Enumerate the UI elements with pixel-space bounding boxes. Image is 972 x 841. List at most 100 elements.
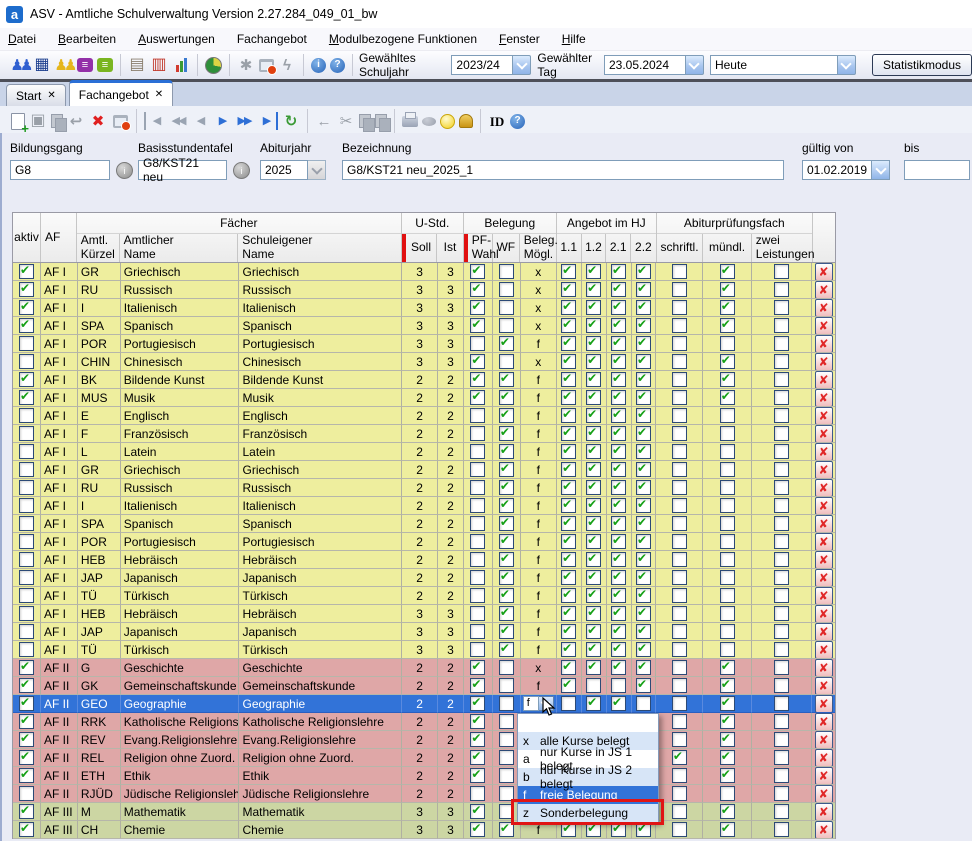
zwei-leistungen-checkbox[interactable] [774, 426, 789, 441]
table-row[interactable]: AF IIRJÜDJüdische ReligionslehreJüdische… [13, 785, 835, 803]
muendl-checkbox[interactable] [720, 570, 735, 585]
hj-checkbox[interactable] [636, 426, 651, 441]
hj-checkbox[interactable] [586, 660, 601, 675]
chevron-down-icon[interactable] [872, 160, 890, 180]
table-row[interactable]: AF IIItalienischItalienisch22f✘ [13, 497, 835, 515]
hj-checkbox[interactable] [636, 516, 651, 531]
hj-checkbox[interactable] [586, 624, 601, 639]
basisstundentafel-field[interactable]: G8/KST21 neu [138, 160, 227, 180]
addressbook-icon[interactable]: ▤ [128, 56, 146, 74]
aktiv-checkbox[interactable] [19, 282, 34, 297]
notify-icon[interactable] [459, 114, 473, 128]
statistics-icon[interactable] [172, 58, 190, 72]
info-icon[interactable]: i [311, 58, 326, 73]
close-icon[interactable]: ✕ [155, 89, 163, 100]
zwei-leistungen-checkbox[interactable] [774, 678, 789, 693]
schriftl-checkbox[interactable] [672, 768, 687, 783]
hj-checkbox[interactable] [586, 678, 601, 693]
hj-checkbox[interactable] [611, 570, 626, 585]
schriftl-checkbox[interactable] [672, 696, 687, 711]
wf-checkbox[interactable] [499, 588, 514, 603]
aktiv-checkbox[interactable] [19, 804, 34, 819]
aktiv-checkbox[interactable] [19, 822, 34, 837]
pf-wahl-checkbox[interactable] [470, 606, 485, 621]
table-row[interactable]: AF IIItalienischItalienisch33x✘ [13, 299, 835, 317]
hj-checkbox[interactable] [586, 354, 601, 369]
schriftl-checkbox[interactable] [672, 822, 687, 837]
hj-checkbox[interactable] [636, 282, 651, 297]
delete-row-button[interactable]: ✘ [815, 731, 833, 749]
hj-checkbox[interactable] [636, 372, 651, 387]
hj-checkbox[interactable] [611, 264, 626, 279]
new-record-icon[interactable] [11, 113, 25, 130]
tab-start[interactable]: Start✕ [6, 84, 66, 106]
muendl-checkbox[interactable] [720, 642, 735, 657]
zwei-leistungen-checkbox[interactable] [774, 480, 789, 495]
hj-checkbox[interactable] [611, 678, 626, 693]
table-row[interactable]: AF IIETHEthikEthik22✘ [13, 767, 835, 785]
pf-wahl-checkbox[interactable] [470, 588, 485, 603]
hj-checkbox[interactable] [636, 390, 651, 405]
wf-checkbox[interactable] [499, 606, 514, 621]
hj-checkbox[interactable] [561, 678, 576, 693]
table-row[interactable]: AF IIICHChemieChemie33f✘ [13, 821, 835, 839]
pf-wahl-checkbox[interactable] [470, 570, 485, 585]
delete-row-button[interactable]: ✘ [815, 533, 833, 551]
hj-checkbox[interactable] [561, 462, 576, 477]
hj-checkbox[interactable] [586, 426, 601, 441]
muendl-checkbox[interactable] [720, 426, 735, 441]
zwei-leistungen-checkbox[interactable] [774, 660, 789, 675]
delete-row-button[interactable]: ✘ [815, 407, 833, 425]
hj-checkbox[interactable] [561, 480, 576, 495]
hj-checkbox[interactable] [586, 480, 601, 495]
wf-checkbox[interactable] [499, 660, 514, 675]
menu-item-hilfe[interactable]: Hilfe [562, 32, 586, 46]
hj-checkbox[interactable] [561, 264, 576, 279]
aktiv-checkbox[interactable] [19, 660, 34, 675]
pf-wahl-checkbox[interactable] [470, 660, 485, 675]
wf-checkbox[interactable] [499, 372, 514, 387]
wf-checkbox[interactable] [499, 678, 514, 693]
next-record-icon[interactable]: ▶ [213, 112, 231, 130]
zwei-leistungen-checkbox[interactable] [774, 606, 789, 621]
hj-checkbox[interactable] [586, 498, 601, 513]
table-row[interactable]: AF IIIMMathematikMathematik33✘ [13, 803, 835, 821]
zwei-leistungen-checkbox[interactable] [774, 696, 789, 711]
hj-checkbox[interactable] [636, 606, 651, 621]
hj-checkbox[interactable] [561, 282, 576, 297]
hj-checkbox[interactable] [636, 570, 651, 585]
pf-wahl-checkbox[interactable] [470, 426, 485, 441]
pf-wahl-checkbox[interactable] [470, 750, 485, 765]
chevron-down-icon[interactable] [685, 55, 704, 75]
aktiv-checkbox[interactable] [19, 390, 34, 405]
aktiv-checkbox[interactable] [19, 534, 34, 549]
pf-wahl-checkbox[interactable] [470, 372, 485, 387]
delete-row-button[interactable]: ✘ [815, 785, 833, 803]
muendl-checkbox[interactable] [720, 282, 735, 297]
delete-row-button[interactable]: ✘ [815, 803, 833, 821]
aktiv-checkbox[interactable] [19, 678, 34, 693]
schriftl-checkbox[interactable] [672, 624, 687, 639]
chevron-down-icon[interactable] [837, 55, 856, 75]
muendl-checkbox[interactable] [720, 444, 735, 459]
hj-checkbox[interactable] [561, 498, 576, 513]
menu-item-modulbezogene-funktionen[interactable]: Modulbezogene Funktionen [329, 32, 477, 46]
muendl-checkbox[interactable] [720, 372, 735, 387]
wf-checkbox[interactable] [499, 552, 514, 567]
schriftl-checkbox[interactable] [672, 552, 687, 567]
fast-prev-icon[interactable]: ◀◀ [169, 112, 187, 130]
chart-icon[interactable] [205, 57, 222, 74]
muendl-checkbox[interactable] [720, 768, 735, 783]
pf-wahl-checkbox[interactable] [470, 282, 485, 297]
info-icon[interactable]: i [116, 162, 133, 179]
dropdown-item-empty[interactable] [518, 714, 658, 732]
schriftl-checkbox[interactable] [672, 390, 687, 405]
pf-wahl-checkbox[interactable] [470, 264, 485, 279]
pf-wahl-checkbox[interactable] [470, 462, 485, 477]
fast-next-icon[interactable]: ▶▶ [235, 112, 253, 130]
pf-wahl-checkbox[interactable] [470, 624, 485, 639]
help2-icon[interactable]: ? [510, 114, 525, 129]
aktiv-checkbox[interactable] [19, 696, 34, 711]
aktiv-checkbox[interactable] [19, 642, 34, 657]
hj-checkbox[interactable] [636, 552, 651, 567]
